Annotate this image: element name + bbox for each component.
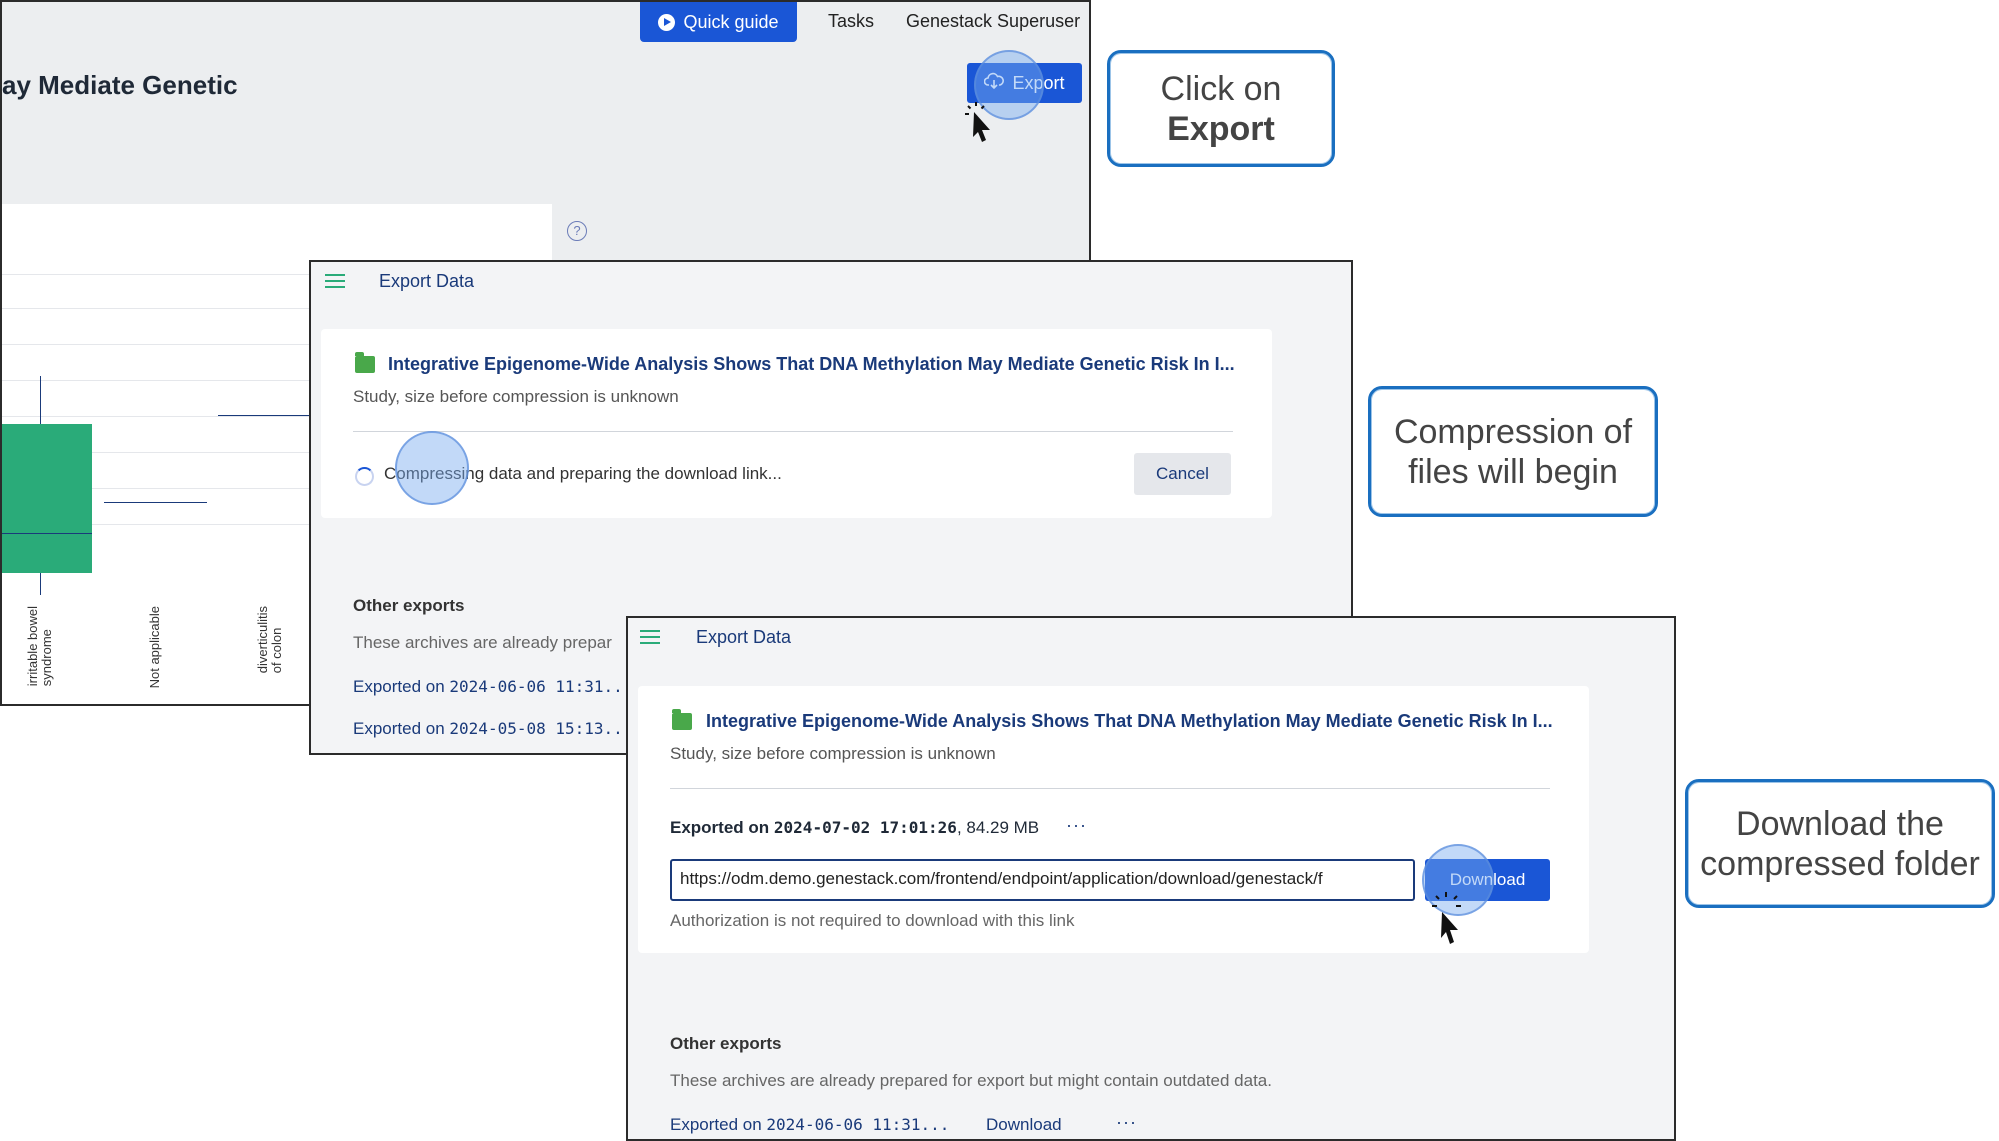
export-history-item[interactable]: Exported on 2024-06-06 11:31... — [670, 1115, 949, 1135]
x-tick-label: Not applicable — [147, 606, 162, 689]
page-header — [2, 2, 1089, 204]
study-title[interactable]: Integrative Epigenome-Wide Analysis Show… — [706, 711, 1553, 732]
box-median-line — [2, 533, 92, 534]
play-icon — [658, 13, 676, 31]
callout-line: Click on — [1160, 69, 1282, 108]
help-icon[interactable]: ? — [567, 221, 587, 241]
auth-note: Authorization is not required to downloa… — [670, 911, 1075, 930]
other-exports-title: Other exports — [670, 1034, 782, 1053]
plot-gridline — [2, 274, 322, 275]
other-exports-description: These archives are already prepar — [353, 633, 612, 652]
panel-title: Export Data — [696, 627, 792, 647]
callout-download: Download the compressed folder — [1685, 779, 1995, 908]
callout-line: Download the — [1736, 804, 1944, 843]
cursor-icon — [1430, 890, 1464, 950]
median-line-diverticulitis — [218, 415, 313, 416]
whisker-lower — [40, 573, 41, 595]
median-line-not-applicable — [104, 502, 207, 503]
nav-tasks[interactable]: Tasks — [828, 11, 874, 32]
loading-spinner-icon — [355, 467, 374, 486]
study-folder-icon — [355, 352, 375, 373]
study-subtitle: Study, size before compression is unknow… — [353, 387, 679, 406]
plot-gridline — [2, 380, 322, 381]
study-title[interactable]: Integrative Epigenome-Wide Analysis Show… — [388, 354, 1235, 375]
x-tick-label: diverticulitis of colon — [255, 606, 284, 674]
quick-guide-label: Quick guide — [683, 11, 779, 32]
more-options-icon[interactable]: ··· — [1066, 815, 1087, 836]
callout-line: files will begin — [1408, 452, 1618, 491]
callout-line: Compression of — [1393, 412, 1633, 451]
other-exports-title: Other exports — [353, 596, 465, 615]
quick-guide-button[interactable]: Quick guide — [640, 2, 797, 42]
click-highlight — [395, 431, 469, 505]
menu-icon[interactable] — [640, 630, 660, 644]
cancel-button[interactable]: Cancel — [1134, 453, 1231, 495]
panel-title: Export Data — [379, 271, 475, 291]
callout-line-bold: Export — [1167, 109, 1275, 148]
divider — [670, 788, 1550, 789]
callout-line: compressed folder — [1700, 844, 1980, 883]
export-history-item[interactable]: Exported on 2024-06-06 11:31... — [353, 677, 632, 697]
export-history-download-link[interactable]: Download — [986, 1115, 1062, 1135]
other-exports-description: These archives are already prepared for … — [670, 1071, 1272, 1090]
whisker-upper — [40, 376, 41, 424]
download-url-field[interactable]: https://odm.demo.genestack.com/frontend/… — [670, 859, 1415, 901]
cursor-icon — [962, 100, 992, 146]
menu-icon[interactable] — [325, 274, 345, 288]
more-options-icon[interactable]: ··· — [1116, 1112, 1137, 1133]
page-title: ay Mediate Genetic — [2, 70, 238, 100]
export-data-dialog-step3: Export Data Integrative Epigenome-Wide A… — [626, 616, 1676, 1141]
plot-gridline — [2, 344, 322, 345]
user-menu[interactable]: Genestack Superuser — [906, 11, 1080, 32]
plot-gridline — [2, 416, 322, 417]
study-subtitle: Study, size before compression is unknow… — [670, 744, 996, 763]
x-tick-label: irritable bowel syndrome — [25, 606, 54, 687]
export-history-item[interactable]: Exported on 2024-05-08 15:13... — [353, 719, 632, 739]
toolbar-strip — [552, 204, 1089, 264]
callout-click-export: Click on Export — [1107, 50, 1335, 167]
study-folder-icon — [672, 709, 692, 730]
export-info: Exported on 2024-07-02 17:01:26, 84.29 M… — [670, 818, 1040, 837]
box-plot-box — [2, 424, 92, 573]
plot-gridline — [2, 308, 322, 309]
divider — [353, 431, 1233, 432]
callout-compression: Compression of files will begin — [1368, 386, 1658, 517]
